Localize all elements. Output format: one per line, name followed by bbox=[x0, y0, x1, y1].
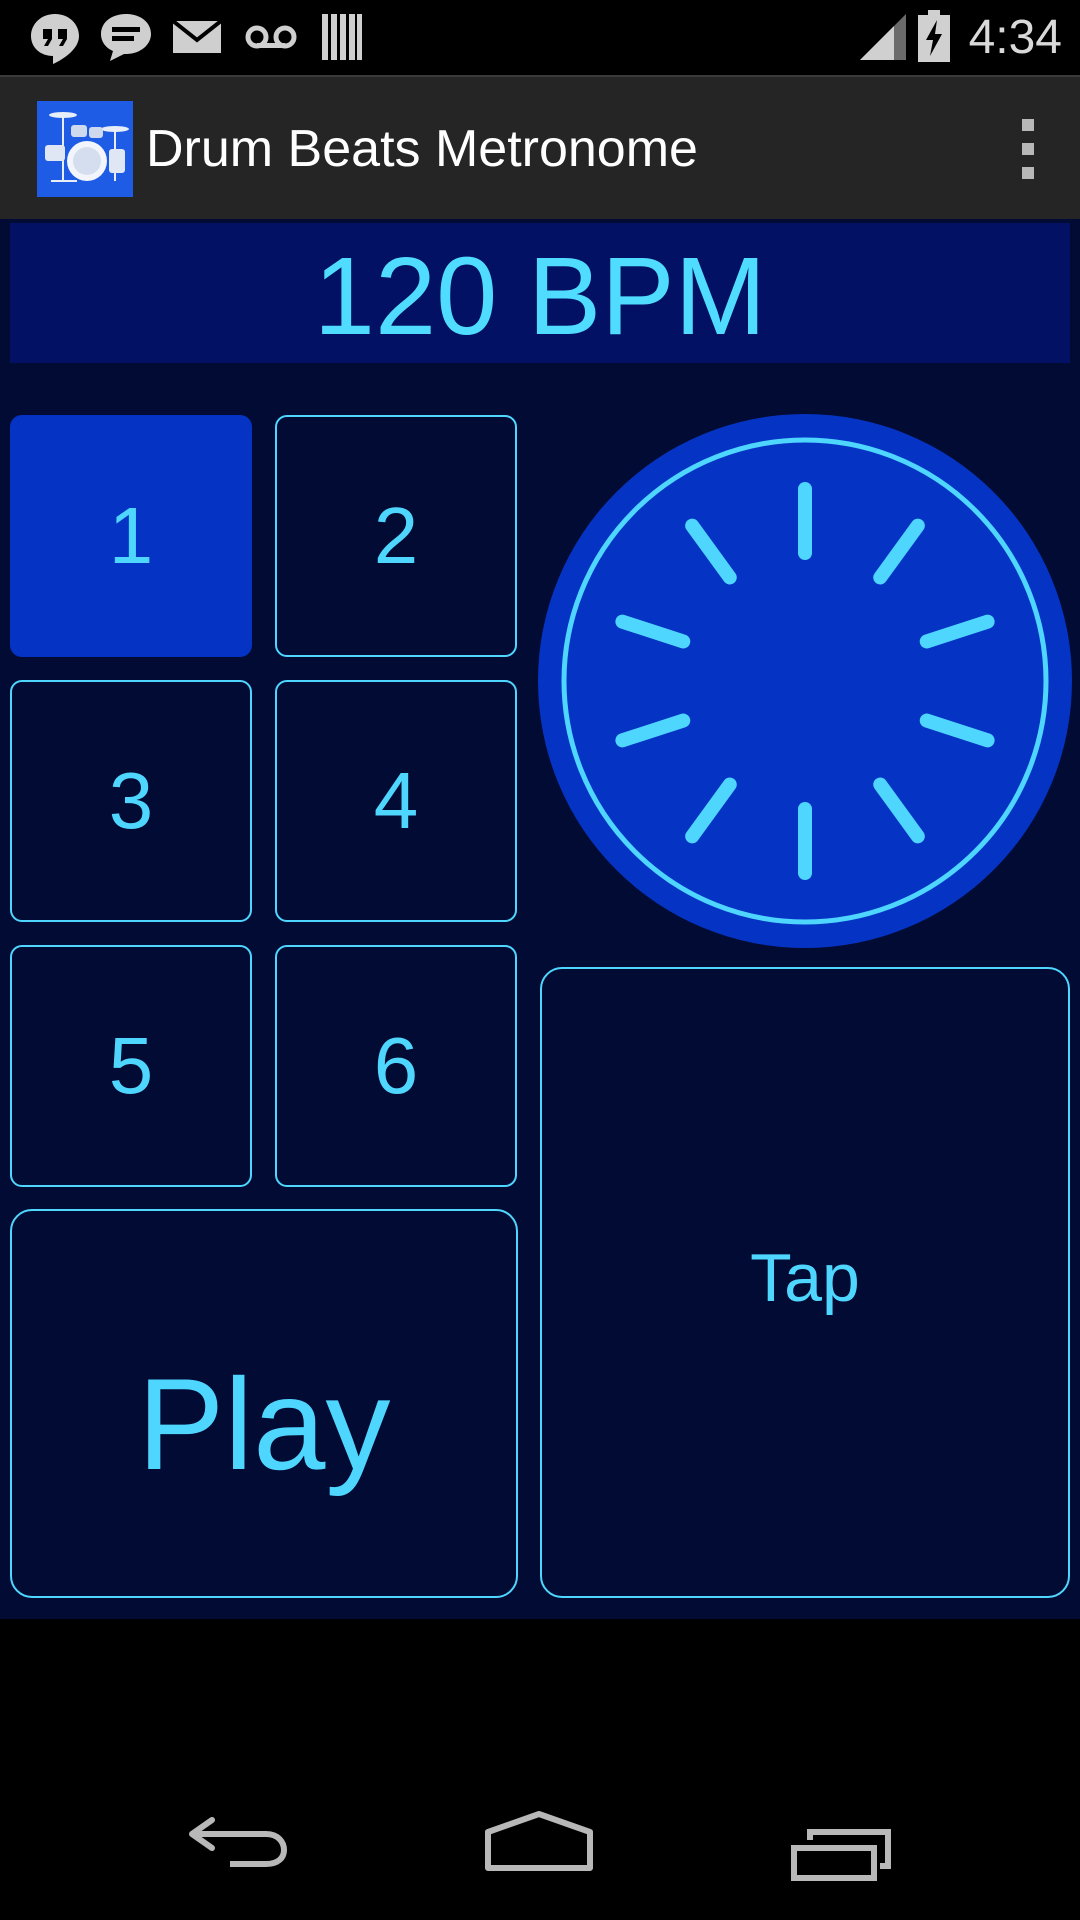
beat-button-2[interactable]: 2 bbox=[275, 415, 517, 657]
voicemail-icon bbox=[245, 25, 297, 49]
gmail-icon bbox=[172, 20, 222, 53]
tap-button[interactable]: Tap bbox=[540, 967, 1070, 1598]
status-bar: 4:34 bbox=[0, 0, 1080, 75]
app-title: Drum Beats Metronome bbox=[146, 120, 698, 178]
navigation-bar bbox=[0, 1620, 1080, 1920]
beat-button-3[interactable]: 3 bbox=[10, 680, 252, 922]
overflow-dot bbox=[1022, 167, 1034, 179]
overflow-dot bbox=[1022, 143, 1034, 155]
drum-kit-icon[interactable] bbox=[37, 101, 133, 197]
action-bar: Drum Beats Metronome bbox=[0, 75, 1080, 219]
metronome-panel: 120 BPM 1 2 3 4 5 6 Play Tap bbox=[0, 219, 1080, 1619]
tempo-dial-icon[interactable] bbox=[538, 414, 1072, 948]
play-button[interactable]: Play bbox=[10, 1209, 518, 1598]
beat-button-5[interactable]: 5 bbox=[10, 945, 252, 1187]
overflow-dot bbox=[1022, 119, 1034, 131]
barcode-icon bbox=[322, 14, 362, 60]
status-time: 4:34 bbox=[968, 11, 1062, 64]
sms-icon bbox=[101, 14, 151, 61]
signal-icon bbox=[860, 14, 906, 60]
home-icon[interactable] bbox=[484, 1810, 594, 1872]
bpm-display[interactable]: 120 BPM bbox=[10, 223, 1070, 363]
hangouts-icon bbox=[31, 14, 79, 64]
beat-button-1[interactable]: 1 bbox=[10, 415, 252, 657]
recents-icon[interactable] bbox=[790, 1826, 894, 1882]
overflow-menu-icon[interactable] bbox=[1004, 109, 1050, 189]
battery-charging-icon bbox=[918, 10, 950, 62]
back-icon[interactable] bbox=[186, 1810, 290, 1870]
beat-button-4[interactable]: 4 bbox=[275, 680, 517, 922]
beat-button-6[interactable]: 6 bbox=[275, 945, 517, 1187]
drum-kit-graphic bbox=[37, 101, 133, 197]
